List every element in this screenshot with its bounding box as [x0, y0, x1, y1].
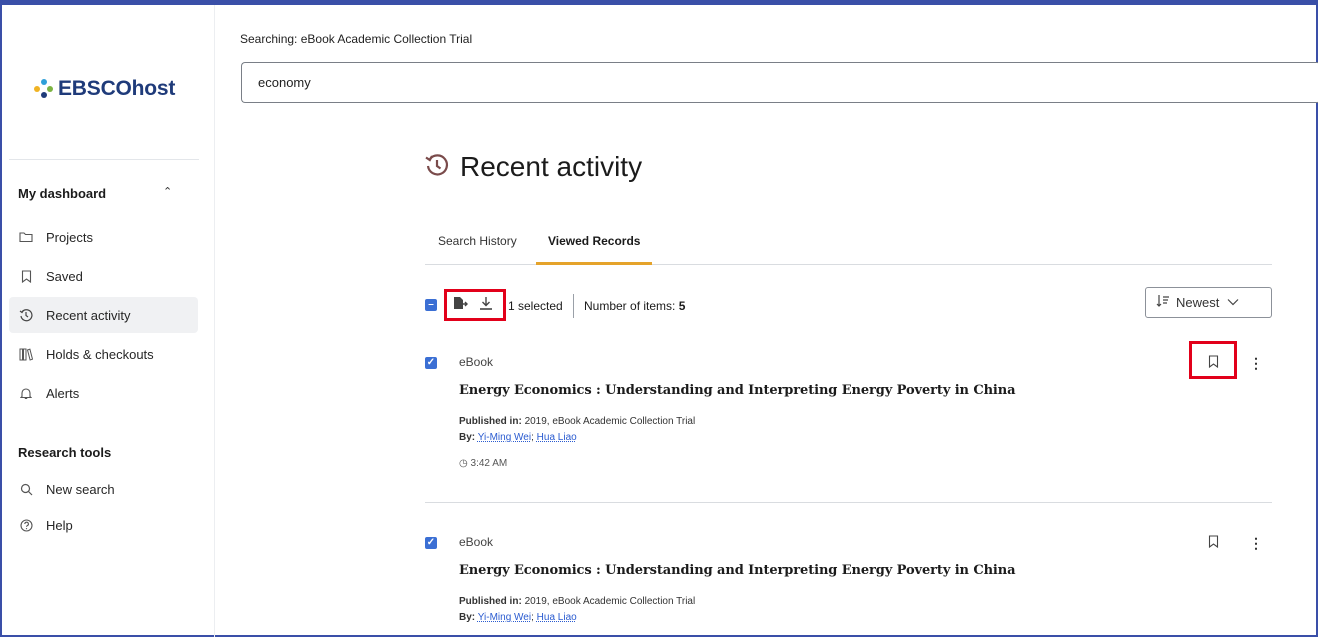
search-query: economy: [258, 75, 311, 90]
author-link[interactable]: Yi-Ming Wei: [478, 612, 531, 623]
record-published: Published in: 2019, eBook Academic Colle…: [459, 416, 695, 427]
sidebar-item-label: New search: [46, 481, 115, 497]
recent-activity-icon: [424, 152, 450, 178]
selected-count: 1 selected: [508, 299, 563, 313]
download-icon[interactable]: [478, 295, 494, 315]
sort-label: Newest: [1176, 295, 1220, 310]
more-options-icon[interactable]: ⋮: [1249, 355, 1263, 372]
search-context-label: Searching:: [240, 32, 298, 46]
bookmark-icon[interactable]: [1208, 535, 1219, 551]
bookmark-icon: [18, 269, 34, 283]
research-tools-heading: Research tools: [18, 445, 112, 460]
tab-search-history[interactable]: Search History: [438, 234, 517, 265]
clock-icon: ◷: [459, 458, 468, 469]
bell-icon: [18, 387, 34, 400]
sidebar-divider: [9, 159, 199, 160]
record-time: ◷ 3:42 AM: [459, 458, 507, 469]
sidebar-item-help[interactable]: Help: [9, 507, 198, 543]
record-authors: By: Yi-Ming Wei; Hua Liao: [459, 432, 577, 443]
highlight-box: [1189, 341, 1237, 379]
author-link[interactable]: Yi-Ming Wei: [478, 432, 531, 443]
published-value: 2019, eBook Academic Collection Trial: [524, 416, 696, 427]
tab-viewed-records[interactable]: Viewed Records: [536, 234, 653, 265]
record-type: eBook: [459, 355, 494, 369]
select-all-checkbox[interactable]: –: [425, 299, 437, 311]
sidebar-item-label: Projects: [46, 229, 93, 245]
by-label: By:: [459, 612, 476, 623]
record-checkbox[interactable]: ✓: [425, 357, 437, 369]
items-count-value: 5: [678, 299, 686, 313]
sidebar-item-alerts[interactable]: Alerts: [9, 375, 198, 411]
sidebar-item-label: Saved: [46, 268, 83, 284]
sidebar-item-label: Holds & checkouts: [46, 346, 154, 362]
record-title[interactable]: Energy Economics : Understanding and Int…: [459, 563, 1016, 578]
published-label: Published in:: [459, 596, 522, 607]
sidebar-item-label: Recent activity: [46, 307, 131, 323]
ebscohost-logo[interactable]: EBSCOhost: [34, 77, 175, 101]
search-icon: [18, 483, 34, 496]
books-icon: [18, 348, 34, 361]
sort-dropdown[interactable]: Newest: [1145, 287, 1272, 318]
by-label: By:: [459, 432, 476, 443]
record-checkbox[interactable]: ✓: [425, 537, 437, 549]
items-count-label: Number of items:: [584, 299, 676, 313]
my-dashboard-heading[interactable]: My dashboard: [18, 186, 106, 201]
sidebar-item-label: Help: [46, 517, 73, 533]
history-icon: [18, 308, 34, 322]
records-toolbar: –: [425, 290, 437, 320]
sidebar-item-holds-checkouts[interactable]: Holds & checkouts: [9, 336, 198, 372]
search-database: eBook Academic Collection Trial: [300, 32, 473, 46]
sidebar-item-saved[interactable]: Saved: [9, 258, 198, 294]
sidebar-item-projects[interactable]: Projects: [9, 219, 198, 255]
published-label: Published in:: [459, 416, 522, 427]
record-time-value: 3:42 AM: [470, 458, 508, 469]
author-link[interactable]: Hua Liao: [537, 432, 577, 443]
record-authors: By: Yi-Ming Wei; Hua Liao: [459, 612, 577, 623]
record-type: eBook: [459, 535, 494, 549]
search-context: Searching: eBook Academic Collection Tri…: [240, 32, 472, 46]
sidebar-item-new-search[interactable]: New search: [9, 471, 198, 507]
logo-text: EBSCOhost: [58, 77, 176, 100]
chevron-down-icon: [1227, 297, 1239, 309]
more-options-icon[interactable]: ⋮: [1249, 535, 1263, 552]
page-title: Recent activity: [460, 151, 643, 182]
sidebar: EBSCOhost My dashboard ⌃ Projects Saved …: [7, 5, 215, 637]
toolbar-separator: [573, 294, 574, 318]
search-input[interactable]: economy: [241, 62, 1318, 103]
chevron-up-icon[interactable]: ⌃: [163, 185, 172, 198]
items-count: Number of items: 5: [584, 299, 685, 313]
activity-tabs: Search History Viewed Records: [425, 225, 1272, 265]
published-value: 2019, eBook Academic Collection Trial: [524, 596, 696, 607]
record-title[interactable]: Energy Economics : Understanding and Int…: [459, 383, 1016, 398]
folder-icon: [18, 231, 34, 243]
record-published: Published in: 2019, eBook Academic Colle…: [459, 596, 695, 607]
author-link[interactable]: Hua Liao: [537, 612, 577, 623]
record-divider: [425, 502, 1272, 503]
sort-icon: [1156, 294, 1170, 311]
export-icon[interactable]: [452, 295, 468, 315]
sidebar-item-recent-activity[interactable]: Recent activity: [9, 297, 198, 333]
help-icon: [18, 518, 34, 532]
ebsco-logo-icon: [34, 79, 54, 99]
sidebar-item-label: Alerts: [46, 385, 80, 401]
